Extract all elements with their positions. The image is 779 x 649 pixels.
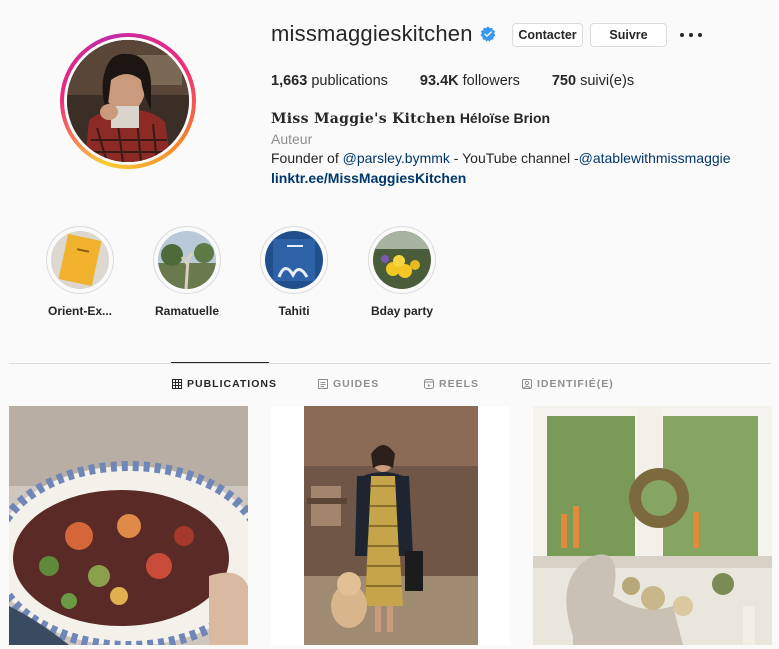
highlight-label: Ramatuelle — [154, 304, 220, 318]
verified-badge-icon — [480, 26, 496, 42]
mention-link[interactable]: @parsley.bymmk — [343, 150, 450, 166]
bio-full-name: Miss Maggie's Kitchen Héloïse Brion — [271, 110, 551, 127]
bio-text: Founder of @parsley.bymmk - YouTube chan… — [271, 150, 731, 166]
follow-button[interactable]: Suivre — [590, 23, 667, 47]
username: missmaggieskitchen — [271, 21, 473, 46]
tab-publications[interactable]: PUBLICATIONS — [172, 378, 277, 390]
followers-count[interactable]: 93.4K followers — [420, 73, 520, 89]
highlight-cover — [373, 231, 431, 289]
mention-link[interactable]: @atablewithmissmaggie — [579, 150, 731, 166]
bio-category: Auteur — [271, 130, 313, 147]
story-highlight[interactable]: Tahiti — [249, 226, 339, 318]
highlight-ring — [46, 226, 114, 294]
tab-guides[interactable]: GUIDES — [318, 378, 379, 390]
tagged-icon — [522, 379, 532, 389]
guides-icon — [318, 379, 328, 389]
ellipsis-icon[interactable] — [680, 27, 702, 43]
tabs-divider — [9, 363, 771, 364]
highlight-ring — [368, 226, 436, 294]
avatar[interactable] — [67, 40, 189, 162]
story-highlight[interactable]: Orient-Ex... — [35, 226, 125, 318]
profile-stats: 1,663 publications 93.4K followers 750 s… — [271, 73, 666, 89]
tab-tagged[interactable]: IDENTIFIÉ(E) — [522, 378, 614, 390]
highlight-cover — [265, 231, 323, 289]
grid-icon — [172, 379, 182, 389]
post-thumbnail[interactable] — [271, 406, 510, 645]
reels-icon — [424, 379, 434, 389]
post-thumbnail[interactable] — [533, 406, 772, 645]
posts-count: 1,663 publications — [271, 73, 388, 89]
highlight-cover — [158, 231, 216, 289]
highlight-ring — [153, 226, 221, 294]
highlight-ring — [260, 226, 328, 294]
highlight-label: Tahiti — [278, 304, 310, 318]
tab-reels[interactable]: REELS — [424, 378, 479, 390]
avatar-gap — [64, 37, 192, 165]
bio-external-link[interactable]: linktr.ee/MissMaggiesKitchen — [271, 169, 731, 189]
active-tab-indicator — [171, 362, 269, 363]
story-highlight[interactable]: Bday party — [357, 226, 447, 318]
contact-button[interactable]: Contacter — [512, 23, 583, 47]
following-count[interactable]: 750 suivi(e)s — [552, 73, 634, 89]
profile-bio: Miss Maggie's Kitchen Héloïse Brion Aute… — [271, 109, 731, 188]
story-highlight[interactable]: Ramatuelle — [142, 226, 232, 318]
highlight-label: Bday party — [370, 304, 434, 318]
username-row: missmaggieskitchen — [271, 21, 496, 47]
highlight-label: Orient-Ex... — [47, 304, 112, 318]
highlight-cover — [51, 231, 109, 289]
profile-avatar-ring[interactable] — [60, 33, 196, 169]
post-thumbnail[interactable] — [9, 406, 248, 645]
